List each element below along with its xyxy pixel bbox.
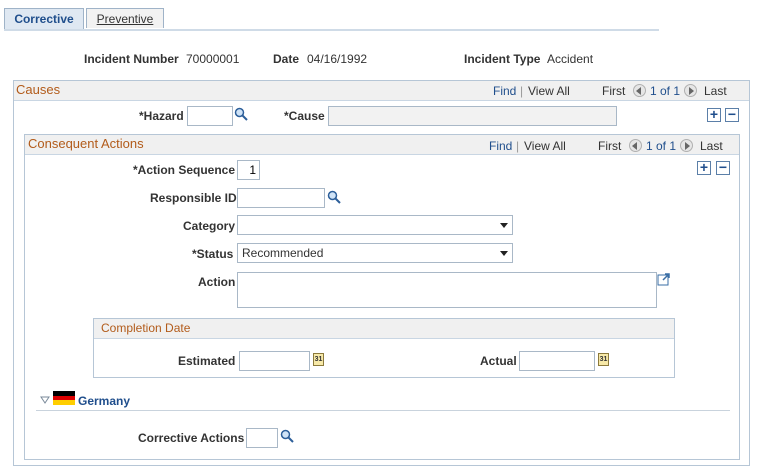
tab-corrective-label: Corrective	[14, 12, 74, 26]
calendar-day-text: 31	[599, 356, 608, 363]
chevron-down-icon	[500, 223, 508, 228]
consequent-first-label[interactable]: First	[598, 139, 621, 153]
action-textarea[interactable]	[237, 272, 657, 308]
consequent-find-link[interactable]: Find	[489, 139, 512, 153]
incident-type-value: Accident	[547, 52, 594, 66]
cause-label: *Cause	[284, 109, 325, 123]
right-arrow-icon	[689, 87, 694, 95]
causes-delete-row-button[interactable]: −	[725, 107, 739, 122]
actual-calendar-icon[interactable]: 31	[598, 353, 609, 366]
action-label: Action	[198, 275, 236, 289]
responsible-id-label: Responsible ID	[150, 191, 237, 205]
causes-separator: |	[520, 84, 524, 98]
corrective-actions-label: Corrective Actions	[138, 431, 245, 445]
calendar-day-text: 31	[314, 356, 323, 363]
hazard-lookup-icon[interactable]	[234, 107, 248, 121]
responsible-lookup-icon[interactable]	[327, 190, 341, 204]
action-sequence-label: *Action Sequence	[133, 163, 236, 177]
causes-add-row-button[interactable]: +	[707, 107, 721, 122]
expand-editor-icon[interactable]	[657, 272, 671, 286]
hazard-input[interactable]	[187, 106, 233, 126]
consequent-count: 1 of 1	[646, 139, 677, 153]
actual-label: Actual	[480, 354, 517, 368]
category-label: Category	[183, 219, 236, 233]
left-arrow-icon	[632, 142, 637, 150]
date-label: Date	[273, 52, 300, 66]
causes-next-button[interactable]	[684, 84, 697, 97]
corrective-actions-input[interactable]	[246, 428, 278, 448]
germany-flag-icon	[53, 391, 75, 405]
estimated-date-input[interactable]	[239, 351, 310, 371]
causes-view-all-link[interactable]: View All	[528, 84, 570, 98]
causes-find-link[interactable]: Find	[493, 84, 516, 98]
cause-input[interactable]	[328, 106, 617, 126]
incident-type-label: Incident Type	[464, 52, 541, 66]
causes-first-label[interactable]: First	[602, 84, 625, 98]
consequent-next-button[interactable]	[680, 139, 693, 152]
incident-number-value: 70000001	[186, 52, 240, 66]
corrective-actions-lookup-icon[interactable]	[280, 429, 294, 443]
tab-preventive-label: Preventive	[96, 12, 154, 26]
actual-date-input[interactable]	[519, 351, 595, 371]
tab-corrective[interactable]: Corrective	[4, 8, 84, 30]
estimated-label: Estimated	[178, 354, 236, 368]
date-value: 04/16/1992	[307, 52, 368, 66]
tab-preventive[interactable]: Preventive	[86, 8, 164, 28]
germany-divider	[36, 410, 730, 411]
causes-count: 1 of 1	[650, 84, 681, 98]
hazard-label: *Hazard	[139, 109, 184, 123]
causes-title: Causes	[16, 82, 61, 97]
collapse-triangle-icon[interactable]	[40, 396, 50, 404]
causes-last-label[interactable]: Last	[704, 84, 727, 98]
causes-prev-button[interactable]	[633, 84, 646, 97]
consequent-view-all-link[interactable]: View All	[524, 139, 566, 153]
responsible-id-input[interactable]	[237, 188, 325, 208]
action-sequence-input[interactable]	[237, 160, 260, 180]
consequent-add-row-button[interactable]: +	[697, 160, 711, 175]
category-select[interactable]	[237, 215, 513, 235]
estimated-calendar-icon[interactable]: 31	[313, 353, 324, 366]
status-label: *Status	[192, 247, 234, 261]
consequent-prev-button[interactable]	[629, 139, 642, 152]
completion-date-title: Completion Date	[101, 321, 191, 335]
chevron-down-icon	[500, 251, 508, 256]
consequent-actions-title: Consequent Actions	[28, 136, 144, 151]
status-select-value: Recommended	[242, 246, 324, 260]
status-select[interactable]: Recommended	[237, 243, 513, 263]
germany-section-title[interactable]: Germany	[78, 394, 130, 408]
right-arrow-icon	[685, 142, 690, 150]
left-arrow-icon	[636, 87, 641, 95]
tab-underline	[4, 29, 659, 31]
consequent-separator: |	[516, 139, 520, 153]
incident-number-label: Incident Number	[84, 52, 179, 66]
consequent-delete-row-button[interactable]: −	[716, 160, 730, 175]
consequent-last-label[interactable]: Last	[700, 139, 723, 153]
